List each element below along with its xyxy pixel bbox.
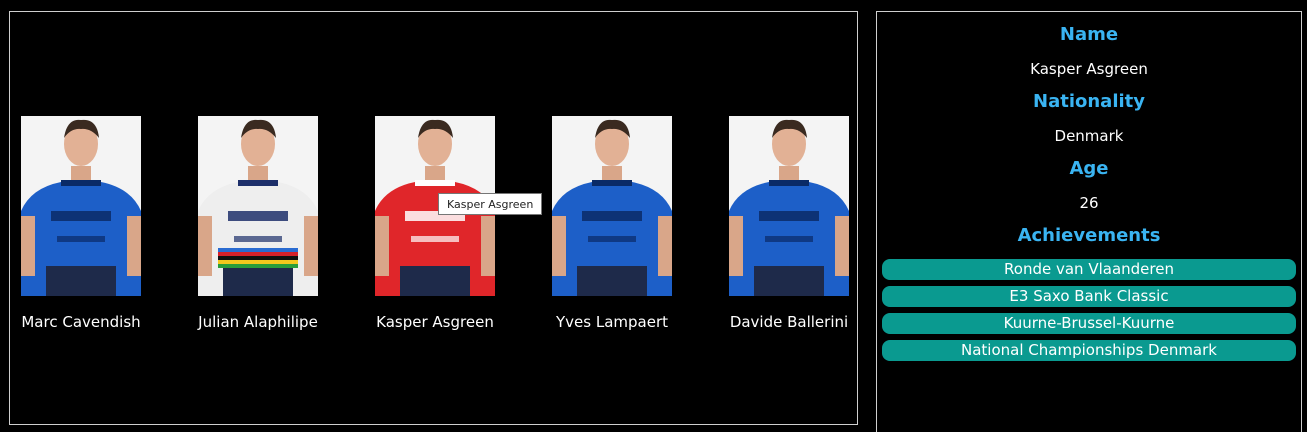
rider-name: Marc Cavendish — [21, 313, 141, 331]
achievement-item[interactable]: E3 Saxo Bank Classic — [882, 286, 1296, 307]
rider-card-0[interactable]: Marc Cavendish — [6, 116, 156, 331]
rider-card-2[interactable]: Kasper Asgreen — [360, 116, 510, 331]
arm-shape — [729, 216, 743, 276]
collar-shape — [238, 180, 278, 186]
rider-name: Julian Alaphilipe — [198, 313, 318, 331]
rainbow-stripe — [218, 264, 298, 268]
arm-shape — [658, 216, 672, 276]
sponsor-band — [588, 236, 636, 242]
sponsor-band — [759, 211, 819, 221]
name-label: Name — [1059, 24, 1119, 45]
rider-name: Davide Ballerini — [729, 313, 849, 331]
rainbow-stripe — [218, 248, 298, 252]
arm-shape — [198, 216, 212, 276]
rainbow-stripe — [218, 256, 298, 260]
collar-shape — [592, 180, 632, 186]
rider-details-panel: Name Kasper Asgreen Nationality Denmark … — [876, 11, 1302, 432]
rider-photo-drawing — [198, 119, 318, 296]
achievement-item[interactable]: Kuurne-Brussel-Kuurne — [882, 313, 1296, 334]
hover-tooltip: Kasper Asgreen — [438, 193, 543, 215]
nationality-label: Nationality — [1033, 91, 1145, 112]
age-label: Age — [1069, 158, 1109, 179]
achievement-item[interactable]: Ronde van Vlaanderen — [882, 259, 1296, 280]
rainbow-stripe — [218, 252, 298, 256]
shorts-shape — [46, 266, 116, 296]
app-root: Marc Cavendish Julian Alaphilipe Kasper … — [0, 0, 1307, 432]
rider-photo-drawing — [552, 119, 672, 296]
rider-card-1[interactable]: Julian Alaphilipe — [183, 116, 333, 331]
shorts-shape — [754, 266, 824, 296]
sponsor-band — [582, 211, 642, 221]
achievements-label: Achievements — [1017, 225, 1161, 246]
sponsor-band — [234, 236, 282, 242]
collar-shape — [61, 180, 101, 186]
sponsor-band — [57, 236, 105, 242]
sponsor-band — [228, 211, 288, 221]
arm-shape — [835, 216, 849, 276]
rider-name: Yves Lampaert — [555, 313, 668, 331]
arm-shape — [552, 216, 566, 276]
achievement-item[interactable]: National Championships Denmark — [882, 340, 1296, 361]
rider-photo[interactable] — [198, 116, 318, 296]
rider-gallery: Marc Cavendish Julian Alaphilipe Kasper … — [9, 11, 858, 425]
rider-photo[interactable] — [552, 116, 672, 296]
shorts-shape — [400, 266, 470, 296]
rider-card-3[interactable]: Yves Lampaert — [537, 116, 687, 331]
arm-shape — [21, 216, 35, 276]
collar-shape — [415, 180, 455, 186]
rider-photo-drawing — [729, 119, 849, 296]
sponsor-band — [765, 236, 813, 242]
rider-name: Kasper Asgreen — [376, 313, 494, 331]
rider-card-4[interactable]: Davide Ballerini — [714, 116, 864, 331]
rider-photo[interactable] — [729, 116, 849, 296]
sponsor-band — [411, 236, 459, 242]
nationality-value: Denmark — [1054, 127, 1124, 145]
arm-shape — [304, 216, 318, 276]
sponsor-band — [51, 211, 111, 221]
name-value: Kasper Asgreen — [1030, 60, 1148, 78]
collar-shape — [769, 180, 809, 186]
arm-shape — [127, 216, 141, 276]
rider-photo[interactable] — [21, 116, 141, 296]
arm-shape — [481, 216, 495, 276]
rider-photo-drawing — [21, 119, 141, 296]
shorts-shape — [223, 266, 293, 296]
rainbow-stripe — [218, 260, 298, 264]
age-value: 26 — [1079, 194, 1099, 212]
shorts-shape — [577, 266, 647, 296]
arm-shape — [375, 216, 389, 276]
